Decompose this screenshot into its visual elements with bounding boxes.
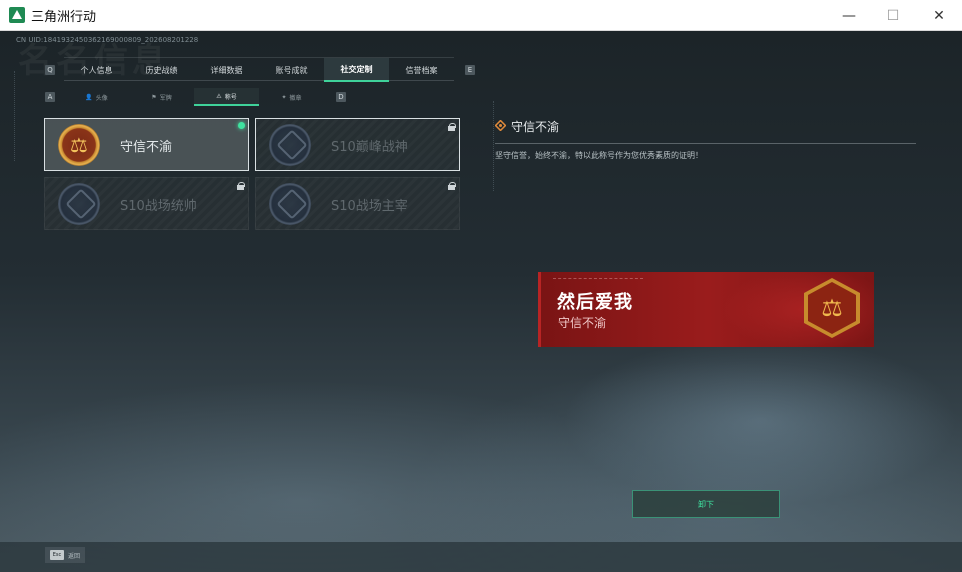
app-logo-icon [9,7,25,23]
tab-detailed-data[interactable]: 详细数据 [194,58,259,82]
tab-social-custom[interactable]: 社交定制 [324,58,389,82]
preview-player-name: 然后爱我 [557,292,633,313]
badge-icon: ✦ [281,93,287,101]
tab-personal-info[interactable]: 个人信息 [64,58,129,82]
decor-line [493,101,494,191]
fortress-emblem-icon [269,183,311,225]
game-viewport: 名名信息 CN UID:1841932450362169000809_20260… [0,31,962,572]
title-card-shouxinbuyu[interactable]: 守信不渝 [44,118,249,171]
title-card-label: S10巅峰战神 [331,140,408,155]
tab-reputation[interactable]: 信誉档案 [389,58,454,82]
peak-emblem-icon [269,124,311,166]
title-diamond-icon [495,120,506,131]
subtab-dogtag[interactable]: ⚑ 军牌 [129,88,194,106]
subtab-title[interactable]: ⚠ 称号 [194,88,259,106]
eagle-emblem-icon [58,183,100,225]
title-card-label: S10战场主宰 [331,199,408,214]
tab-match-history[interactable]: 历史战绩 [129,58,194,82]
maximize-button[interactable]: ☐ [870,0,916,31]
subtab-avatar[interactable]: 👤 头像 [64,88,129,106]
back-label: 返回 [68,553,81,560]
title-preview-banner: 然后爱我 守信不渝 ⚖ [538,272,874,347]
close-button[interactable]: ✕ [916,0,962,31]
title-card-s10-commander[interactable]: S10战场统帅 [44,177,249,230]
title-icon: ⚠ [216,92,222,100]
sub-tab-prev-key[interactable]: A [45,92,55,102]
subtab-badge[interactable]: ✦ 徽章 [259,88,324,106]
minimize-button[interactable]: — [826,0,872,31]
decor-line [14,71,15,161]
subtab-label: 徽章 [289,94,302,102]
unequip-button[interactable]: 卸下 [632,490,780,518]
decor-line [553,278,643,280]
scales-emblem-icon: ⚖ [799,278,865,340]
scales-emblem-icon [58,124,100,166]
title-card-s10-ruler[interactable]: S10战场主宰 [255,177,460,230]
preview-title: 守信不渝 [558,316,607,330]
bottom-bar: Esc 返回 [0,542,962,572]
main-tab-next-key[interactable]: E [465,65,475,75]
tab-achievements[interactable]: 账号成就 [259,58,324,82]
window-title: 三角洲行动 [31,9,97,25]
title-card-label: S10战场统帅 [120,199,197,214]
detail-description: 坚守信誉，始终不渝，特以此称号作为您优秀素质的证明！ [495,151,703,160]
title-card-label: 守信不渝 [120,140,173,155]
lock-icon [237,182,245,190]
equipped-indicator [238,122,245,129]
lock-icon [448,123,456,131]
uid-text: CN UID:1841932450362169000809_2026082012… [16,36,199,44]
subtab-label: 称号 [224,93,237,101]
window-titlebar: 三角洲行动 — ☐ ✕ [0,0,962,31]
title-card-s10-peak[interactable]: S10巅峰战神 [255,118,460,171]
sub-tab-bar: 👤 头像 ⚑ 军牌 ⚠ 称号 ✦ 徽章 [64,88,324,106]
avatar-icon: 👤 [85,93,93,101]
divider [495,143,916,144]
sub-tab-next-key[interactable]: D [336,92,346,102]
subtab-label: 头像 [95,94,108,102]
detail-title: 守信不渝 [511,120,560,134]
tag-icon: ⚑ [151,93,157,101]
main-tab-bar: 个人信息 历史战绩 详细数据 账号成就 社交定制 信誉档案 [64,57,454,82]
main-tab-prev-key[interactable]: Q [45,65,55,75]
esc-key-icon: Esc [50,550,64,560]
subtab-label: 军牌 [159,94,172,102]
lock-icon [448,182,456,190]
